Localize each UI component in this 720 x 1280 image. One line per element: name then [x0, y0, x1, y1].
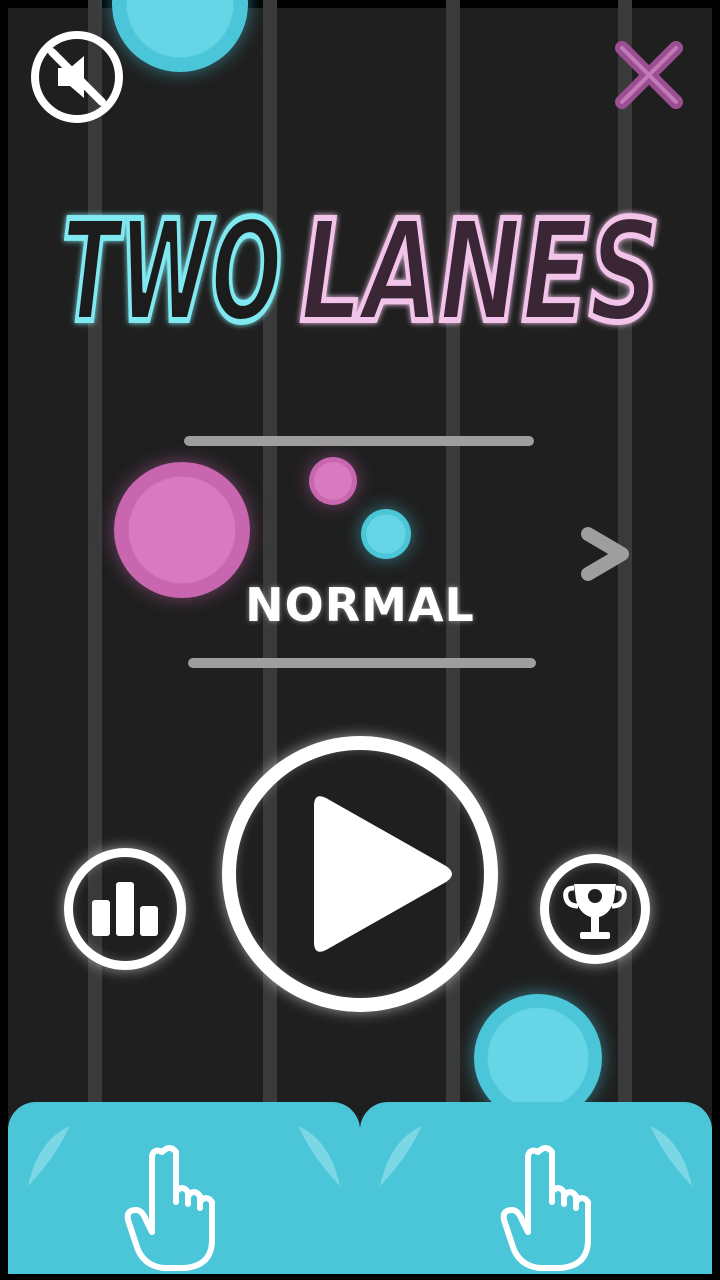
game-title: TWO LANES	[59, 188, 663, 340]
mute-button[interactable]	[28, 28, 126, 126]
title-lanes: LANES	[300, 191, 660, 340]
right-tap-area[interactable]	[360, 1102, 712, 1274]
close-button[interactable]	[612, 38, 686, 112]
left-tap-area[interactable]	[8, 1102, 360, 1274]
tap-hand-icon	[500, 1145, 591, 1271]
pad-highlight	[28, 1126, 70, 1186]
mode-preview-small-cyan-ball	[361, 509, 411, 559]
mute-icon	[31, 31, 123, 123]
game-screen: TWO LANES NORMAL	[0, 0, 720, 1280]
falling-ball-cyan	[112, 0, 248, 72]
achievements-button[interactable]	[540, 854, 650, 964]
frame-right	[712, 0, 720, 1280]
mode-divider-bottom	[188, 658, 536, 668]
frame-top	[0, 0, 720, 8]
trophy-icon	[563, 884, 627, 939]
difficulty-mode-label: NORMAL	[245, 578, 475, 632]
pad-highlight	[380, 1126, 422, 1186]
close-icon	[615, 41, 683, 109]
play-button[interactable]	[222, 736, 498, 1012]
leaderboard-button[interactable]	[64, 848, 186, 970]
chevron-right-icon	[581, 527, 629, 581]
pad-highlight	[650, 1126, 692, 1186]
mode-divider-top	[184, 436, 534, 446]
frame-left	[0, 0, 8, 1280]
bar-chart-icon	[92, 882, 158, 936]
title-two: TWO	[62, 191, 282, 340]
play-icon	[314, 796, 452, 952]
next-mode-button[interactable]	[578, 524, 634, 584]
tap-hand-icon	[124, 1145, 215, 1271]
mode-preview-small-pink-ball	[309, 457, 357, 505]
pad-highlight	[298, 1126, 340, 1186]
